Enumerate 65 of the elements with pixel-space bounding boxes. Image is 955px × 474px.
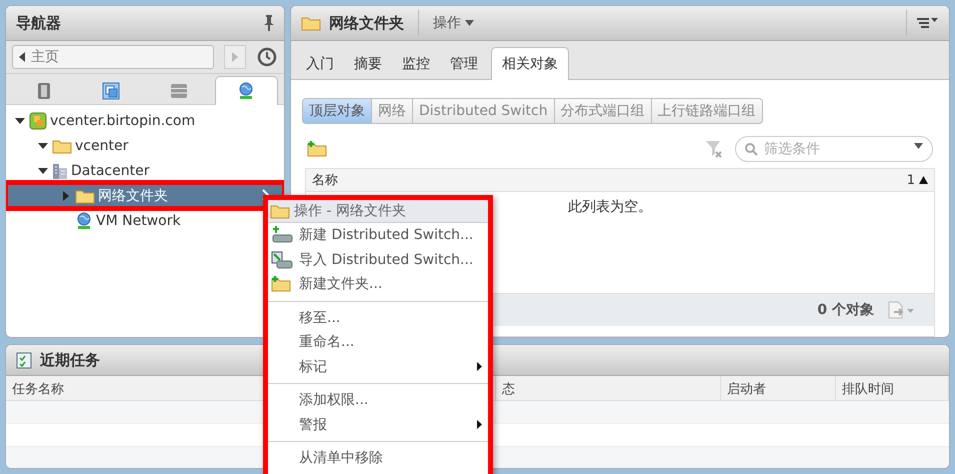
back-arrow-icon xyxy=(19,52,25,62)
network-icon xyxy=(237,82,256,100)
tab[interactable]: 相关对象 xyxy=(491,47,569,80)
panel-title: 近期任务 xyxy=(40,350,100,370)
menu-item[interactable]: 重命名... xyxy=(268,330,488,354)
tree-item[interactable]: Datacenter xyxy=(6,158,284,183)
collapse-arrow-icon[interactable] xyxy=(63,190,69,200)
tab[interactable]: 监控 xyxy=(395,48,437,79)
task-list-icon xyxy=(16,351,32,369)
folder-add-icon xyxy=(271,276,291,292)
network-icon xyxy=(75,212,93,230)
panel-title: 网络文件夹 xyxy=(329,14,404,32)
tree-label: vcenter xyxy=(75,138,128,154)
column-header[interactable]: 名称 xyxy=(312,171,903,189)
pin-icon[interactable] xyxy=(264,15,274,31)
tree-label: 网络文件夹 xyxy=(98,186,168,204)
empty-message: 此列表为空。 xyxy=(568,199,652,215)
menu-title: 操作 - 网络文件夹 xyxy=(294,202,406,220)
object-count: 0 个对象 xyxy=(817,301,874,319)
tree-label: vcenter.birtopin.com xyxy=(50,112,196,128)
menu-item[interactable]: 警报 xyxy=(268,412,488,437)
expand-arrow-icon[interactable] xyxy=(15,118,25,124)
segment-tab[interactable]: 顶层对象 xyxy=(302,98,372,124)
expand-arrow-icon[interactable] xyxy=(38,142,48,148)
tree-item[interactable]: vcenter.birtopin.com xyxy=(6,108,284,133)
tree-label: VM Network xyxy=(96,212,181,228)
database-icon xyxy=(170,82,188,98)
tab[interactable]: 摘要 xyxy=(347,48,389,79)
switch-add-icon xyxy=(271,226,293,244)
folder-icon xyxy=(52,138,72,154)
virtual-machine-icon xyxy=(102,82,120,100)
menu-item[interactable]: 移至... xyxy=(268,306,488,330)
host-icon xyxy=(36,82,52,100)
sort-index: 1 xyxy=(906,172,915,188)
datacenter-icon xyxy=(52,162,68,180)
submenu-arrow-icon xyxy=(477,420,482,430)
actions-menu[interactable]: 操作 xyxy=(433,14,474,32)
switch-import-icon xyxy=(271,250,293,269)
search-icon xyxy=(745,143,758,156)
menu-item[interactable]: 新建文件夹... xyxy=(268,272,488,296)
add-folder-icon xyxy=(307,141,327,157)
tab[interactable]: 入门 xyxy=(299,48,341,79)
history-icon[interactable] xyxy=(256,46,278,68)
folder-icon xyxy=(301,15,321,31)
filter-field[interactable]: 筛选条件 xyxy=(735,136,933,162)
back-button[interactable]: 主页 xyxy=(12,45,214,69)
folder-icon xyxy=(75,188,95,204)
tree-label: Datacenter xyxy=(71,162,150,178)
list-options-icon[interactable] xyxy=(915,17,939,29)
caret-icon xyxy=(465,20,474,26)
tab[interactable]: 管理 xyxy=(443,48,485,79)
vcenter-icon xyxy=(29,112,47,130)
forward-arrow-icon xyxy=(232,52,238,62)
folder-icon xyxy=(270,203,290,219)
panel-title: 导航器 xyxy=(16,14,61,32)
submenu-arrow-icon xyxy=(477,362,482,372)
menu-item[interactable]: 从清单中移除 xyxy=(268,446,488,470)
tree-item[interactable]: vcenter xyxy=(6,133,284,158)
menu-item[interactable]: 标记 xyxy=(268,354,488,379)
expand-arrow-icon[interactable] xyxy=(38,168,48,174)
tree-item[interactable]: 网络文件夹 xyxy=(6,183,284,208)
navigator-tab[interactable] xyxy=(214,76,278,105)
sort-ascending-icon[interactable] xyxy=(919,176,928,184)
menu-item[interactable]: 导入 Distributed Switch... xyxy=(268,248,488,272)
dropdown-caret-icon xyxy=(914,143,923,149)
